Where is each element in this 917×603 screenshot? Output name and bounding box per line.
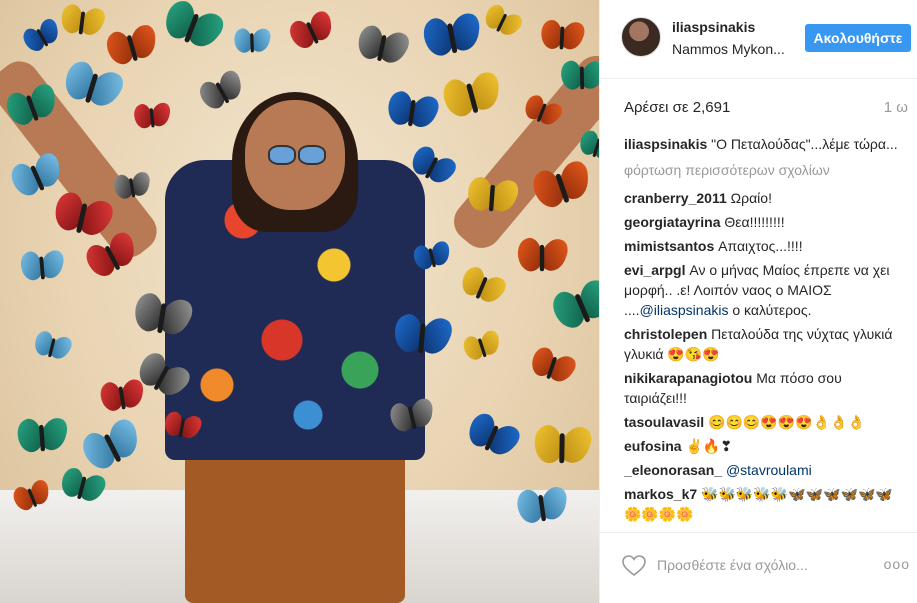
butterfly — [527, 345, 580, 389]
heart-icon[interactable] — [622, 555, 646, 577]
butterfly — [456, 264, 510, 310]
butterfly — [390, 311, 456, 360]
post-header: iliaspsinakis Nammos Mykon... Ακολουθήστ… — [600, 0, 917, 79]
header-username[interactable]: iliaspsinakis — [672, 19, 755, 35]
butterfly — [16, 247, 66, 285]
comment-text-after: ο καλύτερος. — [728, 302, 812, 318]
avatar[interactable] — [621, 17, 661, 57]
comment-username[interactable]: nikikarapanagiotou — [624, 370, 752, 386]
butterfly — [545, 277, 599, 338]
butterfly — [480, 2, 526, 42]
caption-text: "Ο Πεταλούδας"...λέμε τώρα... — [711, 136, 898, 152]
comment-mention[interactable]: @stavroulami — [726, 462, 812, 478]
butterfly — [100, 22, 161, 71]
butterfly — [284, 9, 338, 56]
comment-row: markos_k7 🐝🐝🐝🐝🐝🦋🦋🦋🦋🦋🦋🌼🌼🌼🌼 — [624, 484, 906, 524]
divider — [600, 532, 917, 533]
butterfly — [230, 26, 273, 56]
butterfly — [18, 16, 64, 57]
comment-text: 😊😊😊😍😍😍👌👌👌 — [708, 414, 865, 430]
butterfly — [109, 170, 151, 204]
trousers — [185, 440, 405, 603]
butterfly — [537, 18, 588, 54]
butterfly — [132, 291, 197, 343]
butterfly — [385, 89, 443, 134]
butterfly — [416, 11, 483, 63]
butterfly — [58, 2, 109, 40]
comment-items: cranberry_2011 Ωραίο! georgiatayrina Θεα!… — [624, 188, 906, 524]
comment-username[interactable]: tasoulavasil — [624, 414, 704, 430]
butterfly — [354, 24, 414, 71]
header-location[interactable]: Nammos Mykon... — [672, 41, 785, 57]
comment-username[interactable]: cranberry_2011 — [624, 190, 727, 206]
likes-count[interactable]: Αρέσει σε 2,691 — [624, 99, 730, 116]
more-options-button[interactable]: ooo — [884, 556, 910, 572]
comment-row: tasoulavasil 😊😊😊😍😍😍👌👌👌 — [624, 412, 906, 432]
comment-row: evi_arpgl Αν ο μήνας Μαίος έπρεπε να χει… — [624, 260, 906, 320]
comment-text: Θεα!!!!!!!!! — [724, 214, 785, 230]
butterfly — [511, 484, 569, 529]
comment-row: eufosina ✌🔥❣ — [624, 436, 906, 456]
comment-text: Ωραίο! — [730, 190, 772, 206]
comment-row: christolepen Πεταλούδα της νύχτας γλυκιά… — [624, 324, 906, 364]
butterfly — [12, 415, 70, 458]
post-photo[interactable] — [0, 0, 599, 603]
butterfly — [529, 422, 595, 468]
butterfly — [130, 100, 172, 133]
butterfly — [162, 410, 205, 444]
comment-row: nikikarapanagiotou Μα πόσο σου ταιριάζει… — [624, 368, 906, 408]
butterfly — [159, 0, 229, 57]
comment-text: ✌🔥❣ — [685, 438, 733, 454]
caption-username[interactable]: iliaspsinakis — [624, 136, 707, 152]
comment-row: mimistsantos Απαιχτος...!!!! — [624, 236, 906, 256]
comment-username[interactable]: evi_arpgl — [624, 262, 685, 278]
butterfly — [436, 69, 504, 124]
load-more-comments[interactable]: φόρτωση περισσότερων σχολίων — [624, 160, 906, 180]
comment-row: georgiatayrina Θεα!!!!!!!!! — [624, 212, 906, 232]
caption: iliaspsinakis "Ο Πεταλούδας"...λέμε τώρα… — [624, 134, 906, 154]
butterfly — [75, 416, 146, 479]
comment-username[interactable]: eufosina — [624, 438, 682, 454]
add-comment-input[interactable]: Προσθέστε ένα σχόλιο... — [657, 557, 808, 573]
comment-username[interactable]: georgiatayrina — [624, 214, 720, 230]
comment-username[interactable]: mimistsantos — [624, 238, 714, 254]
comment-row: cranberry_2011 Ωραίο! — [624, 188, 906, 208]
sunglasses — [268, 145, 326, 165]
butterfly — [556, 58, 599, 93]
comment-mention[interactable]: @iliaspsinakis — [640, 302, 729, 318]
butterfly — [462, 410, 524, 464]
butterfly — [194, 68, 248, 117]
post-sidebar: iliaspsinakis Nammos Mykon... Ακολουθήστ… — [599, 0, 917, 603]
follow-button[interactable]: Ακολουθήστε — [805, 24, 911, 52]
comment-row: _eleonorasan_ @stavroulami — [624, 460, 906, 480]
comment-text: Απαιχτος...!!!! — [718, 238, 803, 254]
butterfly — [513, 235, 571, 275]
comment-username[interactable]: christolepen — [624, 326, 707, 342]
butterfly — [32, 330, 75, 365]
post-time[interactable]: 1 ω — [884, 99, 908, 116]
comments-list: iliaspsinakis "Ο Πεταλούδας"...λέμε τώρα… — [624, 134, 906, 532]
comment-username[interactable]: _eleonorasan_ — [624, 462, 722, 478]
comment-username[interactable]: markos_k7 — [624, 486, 697, 502]
butterfly — [464, 175, 522, 218]
butterfly — [458, 329, 503, 366]
